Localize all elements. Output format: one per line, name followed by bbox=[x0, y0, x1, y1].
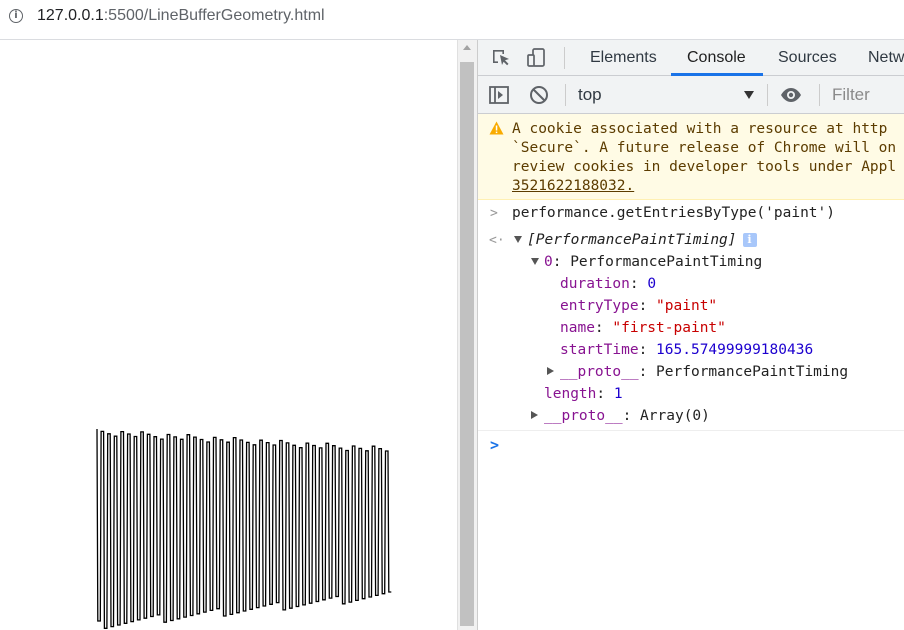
property-value: "first-paint" bbox=[612, 320, 726, 336]
warning-link[interactable]: 3521622188032. bbox=[512, 178, 634, 194]
url-text[interactable]: 127.0.0.1:5500/LineBufferGeometry.html bbox=[37, 7, 325, 25]
expand-triangle-icon[interactable] bbox=[514, 236, 522, 243]
cookie-warning-message: A cookie associated with a resource at h… bbox=[478, 114, 904, 200]
property-value: "paint" bbox=[656, 298, 718, 314]
console-output: A cookie associated with a resource at h… bbox=[478, 114, 904, 630]
devtools-panel: Elements Console Sources Netw top Filter bbox=[477, 40, 904, 630]
property-row: name: "first-paint" bbox=[560, 320, 726, 336]
input-chevron-icon: > bbox=[490, 206, 498, 221]
devtools-tabbar: Elements Console Sources Netw bbox=[478, 40, 904, 76]
inner-proto-row[interactable]: __proto__: PerformancePaintTiming bbox=[547, 362, 848, 382]
length-key: length bbox=[544, 386, 597, 402]
toolbar-divider bbox=[565, 84, 566, 106]
console-toolbar: top Filter bbox=[478, 76, 904, 114]
proto-value: PerformancePaintTiming bbox=[656, 364, 849, 380]
inspect-element-icon[interactable] bbox=[490, 47, 512, 69]
outer-proto-row[interactable]: __proto__: Array(0) bbox=[531, 406, 710, 426]
toolbar-divider bbox=[819, 84, 820, 106]
context-dropdown-arrow-icon[interactable] bbox=[744, 91, 754, 99]
expand-triangle-icon[interactable] bbox=[531, 258, 539, 265]
property-row: entryType: "paint" bbox=[560, 298, 718, 314]
entry-row[interactable]: 0: PerformancePaintTiming bbox=[531, 252, 762, 272]
info-badge-icon[interactable]: i bbox=[742, 233, 757, 247]
array-summary: [PerformancePaintTiming] bbox=[527, 232, 737, 248]
proto-key: __proto__ bbox=[544, 408, 623, 424]
toolbar-divider bbox=[767, 84, 768, 106]
tab-elements[interactable]: Elements bbox=[590, 40, 657, 76]
property-value: 0 bbox=[647, 276, 657, 292]
property-key: duration bbox=[560, 276, 630, 292]
site-info-icon[interactable]: i bbox=[9, 9, 23, 23]
entry-index: 0 bbox=[544, 254, 553, 270]
url-host: 127.0.0.1 bbox=[37, 7, 104, 24]
warning-line: A cookie associated with a resource at h… bbox=[512, 121, 888, 137]
property-row: duration: 0 bbox=[560, 276, 657, 292]
live-expression-eye-icon[interactable] bbox=[780, 84, 802, 106]
device-toolbar-icon[interactable] bbox=[526, 47, 548, 69]
filter-input[interactable]: Filter bbox=[832, 85, 870, 105]
line-buffer-geometry-render bbox=[96, 428, 392, 629]
expand-triangle-icon[interactable] bbox=[547, 367, 554, 375]
warning-line: review cookies in developer tools under … bbox=[512, 159, 897, 175]
divider bbox=[478, 430, 904, 431]
proto-value: Array(0) bbox=[640, 408, 710, 424]
property-row: startTime: 165.57499999180436 bbox=[560, 342, 814, 358]
array-summary-row[interactable]: [PerformancePaintTiming] i bbox=[514, 230, 757, 250]
line-geometry-canvas bbox=[96, 428, 392, 629]
property-key: startTime bbox=[560, 342, 639, 358]
tab-sources[interactable]: Sources bbox=[778, 40, 837, 76]
length-row: length: 1 bbox=[544, 386, 623, 402]
scroll-up-arrow-icon[interactable] bbox=[463, 45, 471, 50]
page-scrollbar[interactable] bbox=[457, 40, 477, 630]
entry-type: PerformancePaintTiming bbox=[570, 254, 763, 270]
scroll-thumb[interactable] bbox=[460, 62, 474, 626]
console-prompt-chevron-icon[interactable]: > bbox=[490, 436, 499, 454]
url-path: :5500/LineBufferGeometry.html bbox=[103, 7, 325, 24]
page-viewport bbox=[0, 40, 457, 630]
expand-triangle-icon[interactable] bbox=[531, 411, 538, 419]
toolbar-divider bbox=[564, 47, 565, 69]
address-bar[interactable]: i 127.0.0.1:5500/LineBufferGeometry.html bbox=[0, 0, 904, 40]
command-text[interactable]: performance.getEntriesByType('paint') bbox=[512, 203, 835, 223]
tab-console[interactable]: Console bbox=[687, 40, 746, 76]
context-selector[interactable]: top bbox=[578, 85, 602, 105]
command-row: > bbox=[490, 203, 498, 223]
length-value: 1 bbox=[613, 386, 623, 402]
warning-text: A cookie associated with a resource at h… bbox=[512, 120, 904, 196]
clear-console-icon[interactable] bbox=[528, 84, 550, 106]
warning-icon bbox=[489, 121, 504, 135]
proto-key: __proto__ bbox=[560, 364, 639, 380]
property-key: entryType bbox=[560, 298, 639, 314]
property-key: name bbox=[560, 320, 595, 336]
property-value: 165.57499999180436 bbox=[656, 342, 814, 358]
show-sidebar-icon[interactable] bbox=[488, 84, 510, 106]
result-return-icon: <· bbox=[489, 233, 505, 248]
tab-network[interactable]: Netw bbox=[868, 40, 904, 76]
warning-line: `Secure`. A future release of Chrome wil… bbox=[512, 140, 897, 156]
